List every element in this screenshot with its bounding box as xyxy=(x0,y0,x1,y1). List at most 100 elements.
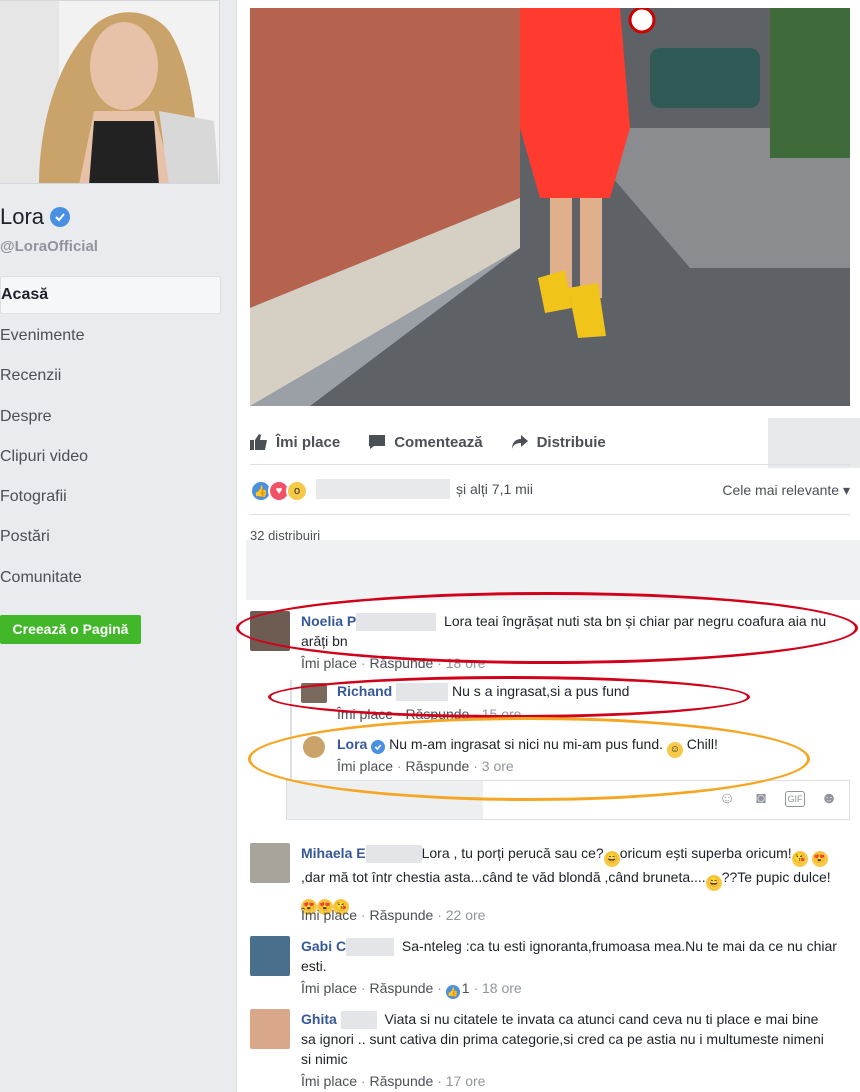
sticker-icon[interactable]: ☻ xyxy=(819,789,839,809)
avatar[interactable] xyxy=(250,843,290,883)
comment-button[interactable]: Comentează xyxy=(368,433,483,451)
comment-reply-link[interactable]: Răspunde xyxy=(369,980,433,996)
sidebar-nav: Acasă Evenimente Recenzii Despre Clipuri… xyxy=(0,276,221,598)
comment-time[interactable]: 15 ore xyxy=(482,706,522,722)
comment-like-link[interactable]: Îmi place xyxy=(301,1073,357,1089)
page-name-label: Lora xyxy=(0,204,45,229)
comment-like-link[interactable]: Îmi place xyxy=(301,655,357,671)
comment-reply-link[interactable]: Răspunde xyxy=(369,1073,433,1089)
share-button[interactable]: Distribuie xyxy=(511,434,606,451)
comment-meta: Îmi place · Răspunde · 18 ore xyxy=(301,655,486,671)
reactions-count: și alți 7,1 mii xyxy=(456,481,534,497)
comment-author[interactable]: Mihaela E xyxy=(301,845,366,861)
comment-time[interactable]: 22 ore xyxy=(446,907,486,923)
reply-thread-line xyxy=(290,680,292,780)
blurred-name xyxy=(365,845,422,864)
comment-reply-link[interactable]: Răspunde xyxy=(369,655,433,671)
avatar[interactable] xyxy=(250,936,290,976)
sort-dropdown[interactable]: Cele mai relevante ▾ xyxy=(722,482,850,499)
left-column: Lora @LoraOfficial Acasă Evenimente Rece… xyxy=(0,0,236,1092)
sidebar-item-videos[interactable]: Clipuri video xyxy=(0,437,221,477)
sidebar-item-events[interactable]: Evenimente xyxy=(0,316,221,356)
comment-like-link[interactable]: Îmi place xyxy=(301,980,357,996)
like-button[interactable]: Îmi place xyxy=(250,434,340,451)
comment-time[interactable]: 3 ore xyxy=(482,758,514,774)
sidebar-item-about[interactable]: Despre xyxy=(0,397,221,437)
comment-author[interactable]: Noelia P xyxy=(301,613,356,629)
sidebar-item-reviews[interactable]: Recenzii xyxy=(0,356,221,396)
create-page-button[interactable]: Creează o Pagină xyxy=(0,615,141,644)
comment-text: oricum ești superba oricum! xyxy=(619,845,792,861)
comment-like-link[interactable]: Îmi place xyxy=(337,706,393,722)
comment-time[interactable]: 18 ore xyxy=(446,655,486,671)
share-label: Distribuie xyxy=(536,433,606,451)
comment-meta: Îmi place · Răspunde · 22 ore xyxy=(301,907,486,923)
comment-author[interactable]: Gabi C xyxy=(301,938,346,954)
comment-reply-link[interactable]: Răspunde xyxy=(405,758,469,774)
laughing-emoji-icon: 😄 xyxy=(603,851,620,867)
comment-like-link[interactable]: Îmi place xyxy=(301,907,357,923)
comment-author[interactable]: Lora xyxy=(337,736,367,752)
like-label: Îmi place xyxy=(276,433,341,451)
avatar[interactable] xyxy=(250,1009,290,1049)
share-icon xyxy=(511,435,528,449)
divider xyxy=(250,514,850,515)
reply-lora: Lora Nu m-am ingrasat si nici nu mi-am p… xyxy=(337,734,817,758)
sidebar-item-home[interactable]: Acasă xyxy=(0,276,221,314)
comment-icon xyxy=(369,435,386,449)
blurred-name xyxy=(396,683,449,702)
comment-author[interactable]: Richand xyxy=(337,683,392,699)
comment-like-link[interactable]: Îmi place xyxy=(337,758,393,774)
sidebar-item-posts[interactable]: Postări xyxy=(0,517,221,557)
comment-text: Nu s a ingrasat,si a pus fund xyxy=(452,683,630,699)
divider xyxy=(250,464,850,465)
blurred-name xyxy=(346,938,395,957)
thumbs-up-icon xyxy=(250,434,267,450)
comment-author[interactable]: Ghita xyxy=(301,1011,337,1027)
profile-picture[interactable] xyxy=(0,0,220,184)
blurred-area xyxy=(246,540,860,600)
reaction-icons: 👍 ♥ o xyxy=(250,480,308,502)
emoji-icon[interactable]: ☺ xyxy=(717,789,737,809)
wow-reaction-icon: o xyxy=(286,480,308,502)
avatar[interactable] xyxy=(250,611,290,651)
comment-meta: Îmi place · Răspunde · 3 ore xyxy=(337,758,514,774)
comment-label: Comentează xyxy=(394,433,483,451)
reply-input[interactable]: ☺ ◙ GIF ☻ xyxy=(286,780,850,820)
gif-icon[interactable]: GIF xyxy=(785,791,805,807)
comment-text: ,dar mă tot într chestia asta...când te … xyxy=(301,869,706,885)
comment-meta: Îmi place · Răspunde · 👍 1 · 18 ore xyxy=(301,980,522,999)
kiss-emoji-icon: 😘 xyxy=(791,851,808,867)
comment-time[interactable]: 17 ore xyxy=(446,1073,486,1089)
verified-badge-icon xyxy=(371,740,386,754)
avatar[interactable] xyxy=(303,736,325,758)
post-photo[interactable] xyxy=(250,8,850,406)
comment-text: Lora , tu porți perucă sau ce? xyxy=(421,845,604,861)
avatar[interactable] xyxy=(301,683,327,703)
comment-reply-link[interactable]: Răspunde xyxy=(405,706,469,722)
blurred-names xyxy=(316,479,450,499)
sidebar-item-community[interactable]: Comunitate xyxy=(0,558,221,598)
blurred-name xyxy=(340,1011,377,1030)
comment-noelia: Noelia P Lora teai îngrășat nuti sta bn … xyxy=(301,611,841,651)
smile-emoji-icon: ☺ xyxy=(666,742,683,758)
comment-time[interactable]: 18 ore xyxy=(482,980,522,996)
comment-ghita: Ghita Viata si nu citatele te invata ca … xyxy=(301,1009,831,1069)
comment-meta: Îmi place · Răspunde · 17 ore xyxy=(301,1073,486,1089)
comment-text: ??Te pupic dulce! xyxy=(721,869,831,885)
caret-down-icon: ▾ xyxy=(842,482,850,498)
page-name: Lora xyxy=(0,204,71,230)
reactions-bar[interactable]: 👍 ♥ o și alți 7,1 mii Cele mai relevante… xyxy=(250,478,850,502)
comment-like-count[interactable]: 1 xyxy=(462,980,470,996)
comment-reply-link[interactable]: Răspunde xyxy=(369,907,433,923)
reply-richand: Richand Nu s a ingrasat,si a pus fund xyxy=(337,681,817,702)
comment-text-end: Chill! xyxy=(686,736,718,752)
camera-icon[interactable]: ◙ xyxy=(751,789,771,809)
share-count[interactable]: 32 distribuiri xyxy=(250,528,320,540)
comment-gabi: Gabi C Sa-nteleg :ca tu esti ignoranta,f… xyxy=(301,936,841,976)
verified-badge-icon xyxy=(50,207,71,227)
sidebar-item-photos[interactable]: Fotografii xyxy=(0,477,221,517)
comment-text: Viata si nu citatele te invata ca atunci… xyxy=(301,1011,824,1068)
comment-text: Nu m-am ingrasat si nici nu mi-am pus fu… xyxy=(389,736,663,752)
comment-meta: Îmi place · Răspunde · 15 ore xyxy=(337,706,522,722)
